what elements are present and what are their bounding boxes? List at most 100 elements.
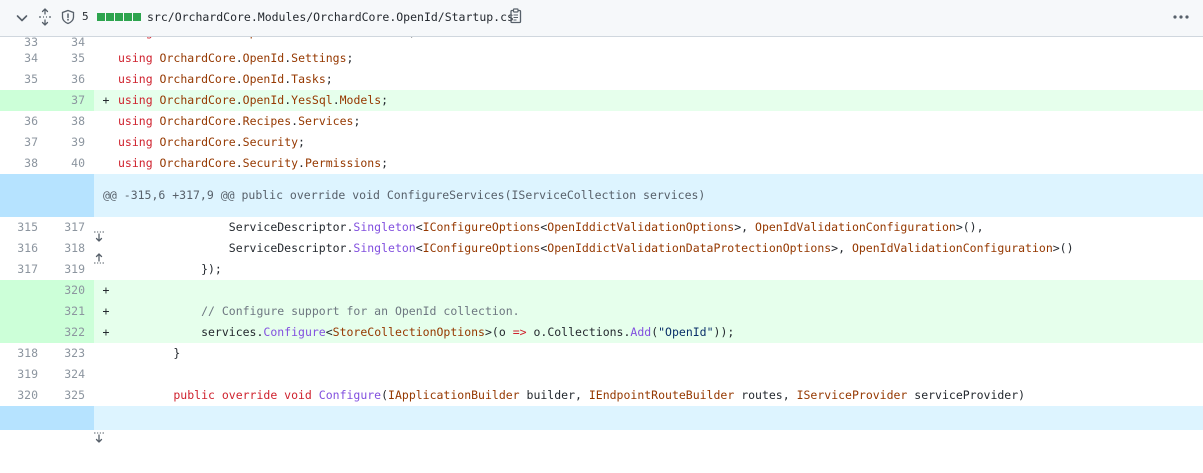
code-token: ; — [409, 37, 416, 39]
unfold-icon[interactable] — [37, 8, 53, 26]
file-path-link[interactable]: src/OrchardCore.Modules/OrchardCore.Open… — [147, 10, 514, 24]
code-line: }); — [118, 259, 1203, 280]
old-line-number[interactable]: 316 — [0, 238, 47, 259]
old-line-number[interactable]: 38 — [0, 153, 47, 174]
code-token: IServiceProvider — [796, 388, 908, 402]
expand-up-icon[interactable] — [37, 197, 105, 264]
code-token: Singleton — [353, 241, 416, 255]
new-line-number[interactable]: 325 — [47, 385, 94, 406]
code-token: OrchardCore — [159, 51, 236, 65]
code-token: Permissions — [304, 156, 382, 170]
old-line-number[interactable] — [0, 322, 47, 343]
code-token: using — [118, 114, 160, 128]
code-token: . — [235, 156, 243, 170]
old-line-number[interactable]: 318 — [0, 343, 47, 364]
code-line: services.Configure<StoreCollectionOption… — [118, 322, 1203, 343]
diff-line-partial: 33 34 using OrchardCore.OpenId.Services.… — [0, 37, 1203, 48]
old-line-number[interactable]: 33 — [0, 37, 47, 48]
new-line-number[interactable]: 319 — [47, 259, 94, 280]
code-token: } — [118, 346, 181, 360]
diff-marker — [94, 238, 118, 259]
old-line-number[interactable]: 317 — [0, 259, 47, 280]
diff-line-context: 320 325 public override void Configure(IA… — [0, 385, 1203, 406]
old-line-number[interactable]: 315 — [0, 217, 47, 238]
code-token: >(), — [955, 220, 984, 234]
code-token: < — [415, 241, 423, 255]
code-token: >, — [831, 241, 852, 255]
old-line-number[interactable]: 320 — [0, 385, 47, 406]
code-token: using — [118, 37, 160, 39]
code-token: ServiceDescriptor. — [118, 241, 354, 255]
diff-marker — [94, 37, 118, 48]
hunk-expander — [0, 174, 105, 264]
code-token: . — [235, 72, 243, 86]
code-token: using — [118, 135, 160, 149]
code-token: Services — [298, 114, 354, 128]
diffstat-block — [97, 13, 105, 21]
new-line-number[interactable]: 39 — [47, 132, 94, 153]
old-line-number[interactable]: 37 — [0, 132, 47, 153]
new-line-number[interactable]: 321 — [47, 301, 94, 322]
new-line-number[interactable]: 37 — [47, 90, 94, 111]
new-line-number[interactable]: 40 — [47, 153, 94, 174]
new-line-number[interactable]: 36 — [47, 69, 94, 90]
code-line: using OrchardCore.Security.Permissions; — [118, 153, 1203, 174]
diff-marker — [94, 217, 118, 238]
new-line-number[interactable]: 320 — [47, 280, 94, 301]
code-token: using — [118, 156, 160, 170]
kebab-horizontal-icon[interactable] — [1172, 9, 1190, 25]
diff-marker: + — [102, 304, 110, 318]
code-token: using — [118, 72, 160, 86]
new-line-number[interactable]: 322 — [47, 322, 94, 343]
code-token: IEndpointRouteBuilder — [588, 388, 735, 402]
code-line: using OrchardCore.Recipes.Services; — [118, 111, 1203, 132]
shield-icon[interactable] — [60, 9, 76, 25]
diff-marker — [94, 48, 118, 69]
chevron-down-icon[interactable] — [14, 10, 30, 26]
expand-down-icon[interactable] — [37, 410, 105, 443]
new-line-number[interactable]: 318 — [47, 238, 94, 259]
diff-line-context: 319 324 — [0, 364, 1203, 385]
code-token: IConfigureOptions — [422, 241, 541, 255]
old-line-number[interactable]: 35 — [0, 69, 47, 90]
new-line-number[interactable]: 35 — [47, 48, 94, 69]
diff-marker — [94, 385, 118, 406]
code-token: OrchardCore — [159, 72, 236, 86]
code-token: OpenIddictValidationDataProtectionOption… — [547, 241, 832, 255]
old-line-number[interactable]: 34 — [0, 48, 47, 69]
code-token: Handlers — [353, 37, 408, 39]
new-line-number[interactable]: 324 — [47, 364, 94, 385]
new-line-number[interactable]: 317 — [47, 217, 94, 238]
new-line-number[interactable]: 38 — [47, 111, 94, 132]
new-line-number[interactable]: 34 — [47, 37, 94, 48]
code-token: ; — [381, 93, 389, 107]
code-token: Services — [291, 37, 346, 39]
code-token: OpenIdValidationConfiguration — [755, 220, 956, 234]
diff-marker — [94, 343, 118, 364]
diff-line-context: 316 318 ServiceDescriptor.Singleton<IConf… — [0, 238, 1203, 259]
old-line-number[interactable] — [0, 280, 47, 301]
old-line-number[interactable] — [0, 301, 47, 322]
code-line: using OrchardCore.OpenId.Tasks; — [118, 69, 1203, 90]
diff-line-added: 321 + // Configure support for an OpenId … — [0, 301, 1203, 322]
code-line: } — [118, 343, 1203, 364]
old-line-number[interactable]: 319 — [0, 364, 47, 385]
code-token: OpenIdValidationConfiguration — [851, 241, 1053, 255]
file-header: 5 src/OrchardCore.Modules/OrchardCore.Op… — [0, 0, 1203, 37]
expand-down-icon[interactable] — [37, 176, 105, 242]
old-line-number[interactable]: 36 — [0, 111, 47, 132]
diff-marker: + — [102, 283, 110, 297]
diff-line-added: 37 + using OrchardCore.OpenId.YesSql.Model… — [0, 90, 1203, 111]
diff-marker — [94, 259, 118, 280]
diff-block-2: 315 317 ServiceDescriptor.Singleton<IConf… — [0, 217, 1203, 406]
code-token: . — [236, 37, 243, 39]
code-token: => — [512, 325, 527, 339]
code-token: Tasks — [291, 72, 326, 86]
diff-line-context: 36 38 using OrchardCore.Recipes.Services; — [0, 111, 1203, 132]
new-line-number[interactable]: 323 — [47, 343, 94, 364]
diff-marker — [94, 132, 118, 153]
code-line: // Configure support for an OpenId colle… — [118, 301, 1203, 322]
copy-icon[interactable] — [508, 8, 524, 24]
old-line-number[interactable] — [0, 90, 47, 111]
